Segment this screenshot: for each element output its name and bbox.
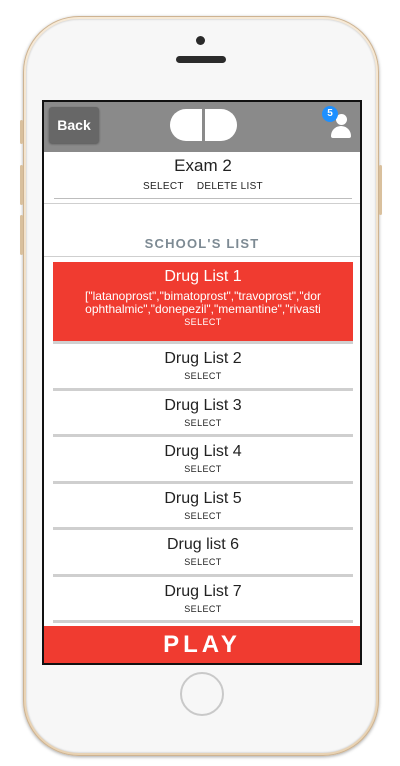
drug-list-name: Drug List 4	[164, 443, 242, 460]
exam-title: Exam 2	[174, 156, 232, 175]
user-icon-body	[331, 126, 351, 138]
drug-list-name: Drug List 3	[164, 396, 242, 414]
capsule-right-half	[205, 109, 237, 141]
notification-badge[interactable]: 5	[322, 106, 338, 122]
drug-list-name: Drug List 2	[164, 350, 242, 367]
drug-list-item[interactable]: Drug List 2 SELECT	[53, 344, 353, 391]
drug-list-select-button[interactable]: SELECT	[53, 557, 353, 567]
exam-actions: SELECT DELETE LIST	[54, 181, 352, 192]
top-bar: Back 5	[44, 102, 360, 152]
drug-list-name: Drug List 1	[164, 268, 242, 285]
back-button[interactable]: Back	[49, 107, 99, 143]
section-divider	[44, 203, 360, 204]
phone-volume-down	[20, 215, 23, 255]
phone-power-button	[379, 165, 382, 215]
section-underline	[44, 256, 360, 257]
phone-side-button	[20, 120, 23, 144]
drug-list-item[interactable]: Drug List 4 SELECT	[53, 437, 353, 484]
drug-list-item[interactable]: Drug List 1 ["latanoprost","bimatoprost"…	[53, 262, 353, 344]
drug-list-name: Drug List 7	[164, 582, 242, 600]
app-screen: Back 5 Exam 2 SELECT DELETE LIST SCHOOL'…	[42, 100, 362, 665]
drug-list-item[interactable]: Drug List 7 SELECT	[53, 577, 353, 623]
drug-list-select-button[interactable]: SELECT	[53, 418, 353, 428]
drug-list-select-button[interactable]: SELECT	[53, 317, 353, 327]
earpiece-speaker	[176, 56, 226, 63]
drug-list-contents-line: ophthalmic","donepezil","memantine","riv…	[85, 302, 321, 316]
front-camera	[196, 36, 205, 45]
drug-list-contents: ["latanoprost","bimatoprost","travoprost…	[53, 290, 353, 316]
exam-delete-list-button[interactable]: DELETE LIST	[197, 181, 263, 192]
drug-list-item[interactable]: Drug List 5 SELECT	[53, 484, 353, 530]
drug-list-select-button[interactable]: SELECT	[53, 604, 353, 614]
capsule-logo-icon	[170, 109, 237, 141]
drug-list-name: Drug List 5	[164, 489, 242, 507]
play-button[interactable]: PLAY	[44, 626, 360, 663]
drug-list-item[interactable]: Drug List 3 SELECT	[53, 391, 353, 437]
drug-list-select-button[interactable]: SELECT	[53, 511, 353, 521]
drug-list-item[interactable]: Drug list 6 SELECT	[53, 530, 353, 577]
capsule-left-half	[170, 109, 202, 141]
home-button[interactable]	[180, 672, 224, 716]
drug-lists: Drug List 1 ["latanoprost","bimatoprost"…	[53, 262, 353, 623]
exam-card: Exam 2 SELECT DELETE LIST	[54, 154, 352, 199]
drug-list-select-button[interactable]: SELECT	[53, 464, 353, 474]
drug-list-name: Drug list 6	[166, 536, 240, 553]
section-title: SCHOOL'S LIST	[144, 236, 260, 251]
phone-volume-up	[20, 165, 23, 205]
exam-select-button[interactable]: SELECT	[143, 181, 184, 192]
drug-list-select-button[interactable]: SELECT	[53, 371, 353, 381]
